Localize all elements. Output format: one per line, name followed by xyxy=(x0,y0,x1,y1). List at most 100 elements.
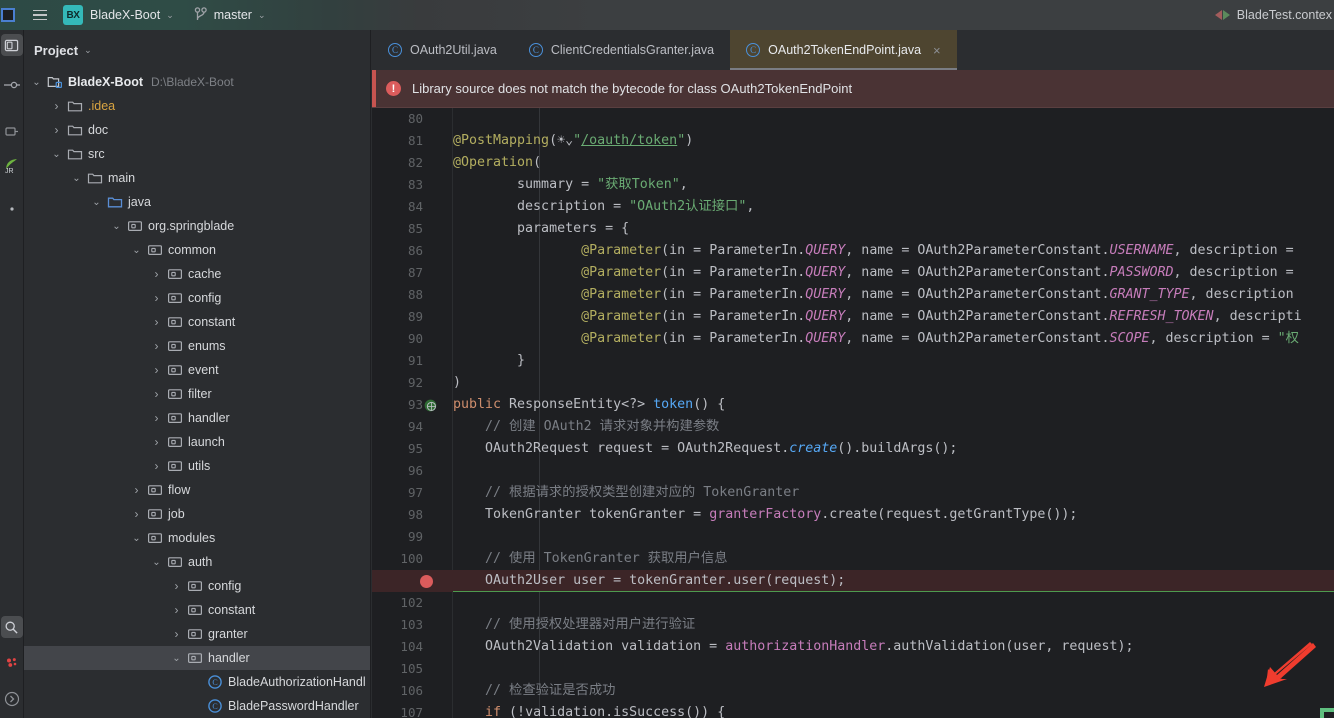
window-control-button[interactable] xyxy=(1,8,15,22)
code-line[interactable]: 91 } xyxy=(372,350,1334,372)
chevron-right-icon[interactable]: › xyxy=(50,123,63,137)
chevron-down-icon[interactable]: ⌄ xyxy=(30,76,43,89)
code-line[interactable]: 87 @Parameter(in = ParameterIn.QUERY, na… xyxy=(372,262,1334,284)
code-lines[interactable]: 80 81 @PostMapping(☀⌄"/oauth/token") 82 @Ope… xyxy=(372,108,1334,718)
panel-chevron-down-icon[interactable]: ⌄ xyxy=(84,45,92,56)
tree-item-common[interactable]: ⌄ common xyxy=(24,238,370,262)
editor-tab-oauth2util[interactable]: C OAuth2Util.java xyxy=(372,30,513,70)
tree-item-filter[interactable]: › filter xyxy=(24,382,370,406)
branch-name-label[interactable]: master xyxy=(214,8,252,22)
chevron-right-icon[interactable]: › xyxy=(150,267,163,281)
tree-item-constant[interactable]: › constant xyxy=(24,310,370,334)
code-line[interactable]: 88 @Parameter(in = ParameterIn.QUERY, na… xyxy=(372,284,1334,306)
chevron-right-icon[interactable]: › xyxy=(170,603,183,617)
chevron-right-icon[interactable]: › xyxy=(170,579,183,593)
code-line[interactable]: 94 // 创建 OAuth2 请求对象并构建参数 xyxy=(372,416,1334,438)
tree-item-doc[interactable]: › doc xyxy=(24,118,370,142)
code-line[interactable]: 84 description = "OAuth2认证接口", xyxy=(372,196,1334,218)
tree-item-enums[interactable]: › enums xyxy=(24,334,370,358)
chevron-right-icon[interactable]: › xyxy=(150,459,163,473)
chevron-down-icon[interactable]: ⌄ xyxy=(130,532,143,545)
tree-item-auth[interactable]: ⌄ auth xyxy=(24,550,370,574)
code-line[interactable]: 89 @Parameter(in = ParameterIn.QUERY, na… xyxy=(372,306,1334,328)
chevron-down-icon[interactable]: ⌄ xyxy=(90,196,103,209)
expand-rail-button[interactable] xyxy=(1,688,23,710)
tree-item-bladex-boot[interactable]: ⌄ BladeX-Boot D:\BladeX-Boot xyxy=(24,70,370,94)
sidebar-item-database[interactable] xyxy=(1,652,23,674)
editor-tab-bar[interactable]: C OAuth2Util.java C ClientCredentialsGrante… xyxy=(372,30,1334,70)
code-line[interactable]: OAuth2User user = tokenGranter.user(requ… xyxy=(372,570,1334,592)
chevron-down-icon[interactable]: ⌄ xyxy=(50,148,63,161)
sidebar-item-commit[interactable] xyxy=(1,74,23,96)
sidebar-item-spring[interactable]: JR xyxy=(1,154,23,176)
chevron-right-icon[interactable]: › xyxy=(150,363,163,377)
code-line[interactable]: 92) xyxy=(372,372,1334,394)
tree-item-granter[interactable]: › granter xyxy=(24,622,370,646)
run-configuration-label[interactable]: BladeTest.contex xyxy=(1237,8,1332,22)
code-line[interactable]: 96 xyxy=(372,460,1334,482)
tree-item--idea[interactable]: › .idea xyxy=(24,94,370,118)
chevron-down-icon[interactable]: ⌄ xyxy=(110,220,123,233)
code-line[interactable]: 99 xyxy=(372,526,1334,548)
editor-tab-clientcredentialsgranter[interactable]: C ClientCredentialsGranter.java xyxy=(513,30,730,70)
code-line[interactable]: 95 OAuth2Request request = OAuth2Request… xyxy=(372,438,1334,460)
code-line[interactable]: 100 // 使用 TokenGranter 获取用户信息 xyxy=(372,548,1334,570)
main-menu-button[interactable] xyxy=(29,4,51,26)
tree-item-main[interactable]: ⌄ main xyxy=(24,166,370,190)
breakpoint-marker[interactable] xyxy=(412,570,440,592)
chevron-down-icon[interactable]: ⌄ xyxy=(150,556,163,569)
code-line[interactable]: 98 TokenGranter tokenGranter = granterFa… xyxy=(372,504,1334,526)
code-line[interactable]: 105 xyxy=(372,658,1334,680)
tree-item-config[interactable]: › config xyxy=(24,574,370,598)
chevron-right-icon[interactable]: › xyxy=(150,411,163,425)
run-configuration-area[interactable]: BladeTest.contex xyxy=(1214,0,1334,30)
sidebar-item-project[interactable] xyxy=(0,34,23,56)
chevron-right-icon[interactable]: › xyxy=(150,339,163,353)
chevron-down-icon[interactable]: ⌄ xyxy=(130,244,143,257)
code-line[interactable]: 80 xyxy=(372,108,1334,130)
sidebar-item-bookmarks[interactable] xyxy=(1,198,23,220)
tree-item-launch[interactable]: › launch xyxy=(24,430,370,454)
run-gutter-icon[interactable] xyxy=(424,394,452,416)
tree-item-flow[interactable]: › flow xyxy=(24,478,370,502)
chevron-right-icon[interactable]: › xyxy=(170,627,183,641)
code-line[interactable]: 93 public ResponseEntity<?> token() { xyxy=(372,394,1334,416)
tree-item-constant[interactable]: › constant xyxy=(24,598,370,622)
chevron-right-icon[interactable]: › xyxy=(150,291,163,305)
code-line[interactable]: 85 parameters = { xyxy=(372,218,1334,240)
tree-item-bladeauthorizationhandl[interactable]: C BladeAuthorizationHandl xyxy=(24,670,370,694)
sidebar-item-pull-requests[interactable] xyxy=(1,120,23,142)
code-line[interactable]: 104 OAuth2Validation validation = author… xyxy=(372,636,1334,658)
code-line[interactable]: 90 @Parameter(in = ParameterIn.QUERY, na… xyxy=(372,328,1334,350)
code-line[interactable]: 107 if (!validation.isSuccess()) { xyxy=(372,702,1334,718)
code-line[interactable]: 102 xyxy=(372,592,1334,614)
code-line[interactable]: 103 // 使用授权处理器对用户进行验证 xyxy=(372,614,1334,636)
branch-chevron-down-icon[interactable]: ⌄ xyxy=(258,10,266,21)
project-name-label[interactable]: BladeX-Boot xyxy=(90,8,160,22)
chevron-right-icon[interactable]: › xyxy=(150,435,163,449)
chevron-right-icon[interactable]: › xyxy=(130,483,143,497)
code-line[interactable]: 82 @Operation( xyxy=(372,152,1334,174)
close-icon[interactable]: × xyxy=(933,43,941,58)
tree-item-utils[interactable]: › utils xyxy=(24,454,370,478)
tree-item-handler[interactable]: ⌄ handler xyxy=(24,646,370,670)
tree-item-java[interactable]: ⌄ java xyxy=(24,190,370,214)
chevron-down-icon[interactable]: ⌄ xyxy=(166,10,174,21)
project-tree[interactable]: ⌄ BladeX-Boot D:\BladeX-Boot › .idea › doc ⌄ src… xyxy=(24,70,370,718)
chevron-down-icon[interactable]: ⌄ xyxy=(70,172,83,185)
chevron-right-icon[interactable]: › xyxy=(50,99,63,113)
tree-item-handler[interactable]: › handler xyxy=(24,406,370,430)
code-line[interactable]: 83 summary = "获取Token", xyxy=(372,174,1334,196)
search-everywhere-button[interactable] xyxy=(0,616,23,638)
chevron-down-icon[interactable]: ⌄ xyxy=(170,652,183,665)
tree-item-cache[interactable]: › cache xyxy=(24,262,370,286)
code-line[interactable]: 106 // 检查验证是否成功 xyxy=(372,680,1334,702)
tree-item-org-springblade[interactable]: ⌄ org.springblade xyxy=(24,214,370,238)
tree-item-modules[interactable]: ⌄ modules xyxy=(24,526,370,550)
code-editor[interactable]: 80 81 @PostMapping(☀⌄"/oauth/token") 82 @Ope… xyxy=(372,108,1334,718)
tree-item-event[interactable]: › event xyxy=(24,358,370,382)
code-line[interactable]: 97 // 根据请求的授权类型创建对应的 TokenGranter xyxy=(372,482,1334,504)
chevron-right-icon[interactable]: › xyxy=(150,387,163,401)
tree-item-bladepasswordhandler[interactable]: C BladePasswordHandler xyxy=(24,694,370,718)
code-line[interactable]: 86 @Parameter(in = ParameterIn.QUERY, na… xyxy=(372,240,1334,262)
